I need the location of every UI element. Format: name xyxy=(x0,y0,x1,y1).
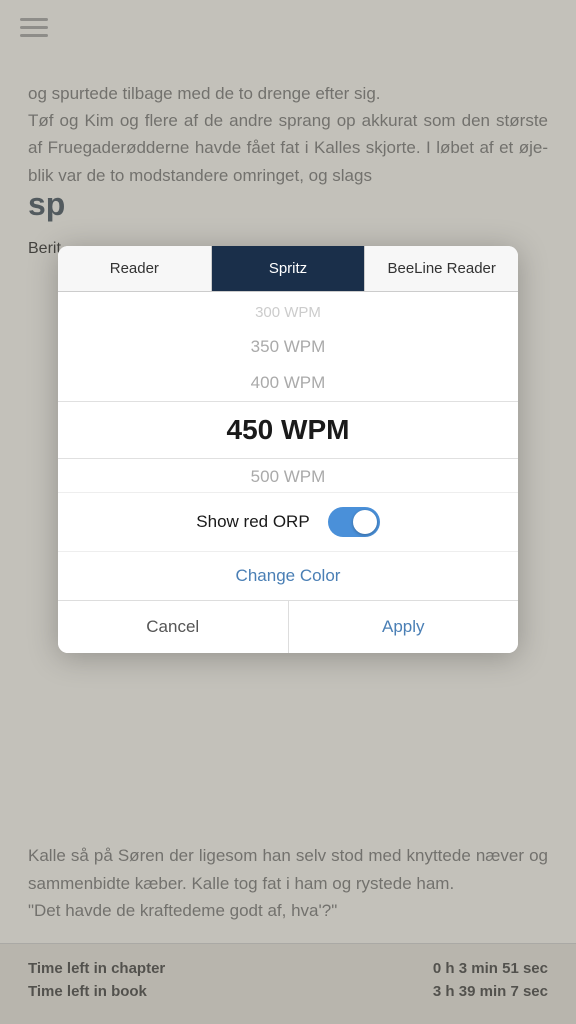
wpm-item-450[interactable]: 450 WPM xyxy=(58,401,518,459)
tab-beeline[interactable]: BeeLine Reader xyxy=(365,246,518,291)
tab-reader[interactable]: Reader xyxy=(58,246,212,291)
wpm-item-400[interactable]: 400 WPM xyxy=(58,365,518,401)
apply-button[interactable]: Apply xyxy=(289,601,519,653)
settings-modal: Reader Spritz BeeLine Reader 300 WPM 350… xyxy=(58,246,518,653)
cancel-button[interactable]: Cancel xyxy=(58,601,289,653)
wpm-picker[interactable]: 300 WPM 350 WPM 400 WPM 450 WPM 500 WPM … xyxy=(58,292,518,492)
change-color-link[interactable]: Change Color xyxy=(236,566,341,585)
toggle-thumb xyxy=(353,510,377,534)
wpm-item-300[interactable]: 300 WPM xyxy=(58,296,518,329)
wpm-list: 300 WPM 350 WPM 400 WPM 450 WPM 500 WPM … xyxy=(58,292,518,492)
orp-label: Show red ORP xyxy=(196,512,309,532)
tab-bar: Reader Spritz BeeLine Reader xyxy=(58,246,518,292)
wpm-item-350[interactable]: 350 WPM xyxy=(58,329,518,365)
wpm-item-500[interactable]: 500 WPM xyxy=(58,459,518,492)
tab-spritz[interactable]: Spritz xyxy=(212,246,366,291)
orp-row: Show red ORP xyxy=(58,492,518,551)
change-color-row: Change Color xyxy=(58,551,518,600)
action-buttons: Cancel Apply xyxy=(58,600,518,653)
orp-toggle[interactable] xyxy=(328,507,380,537)
